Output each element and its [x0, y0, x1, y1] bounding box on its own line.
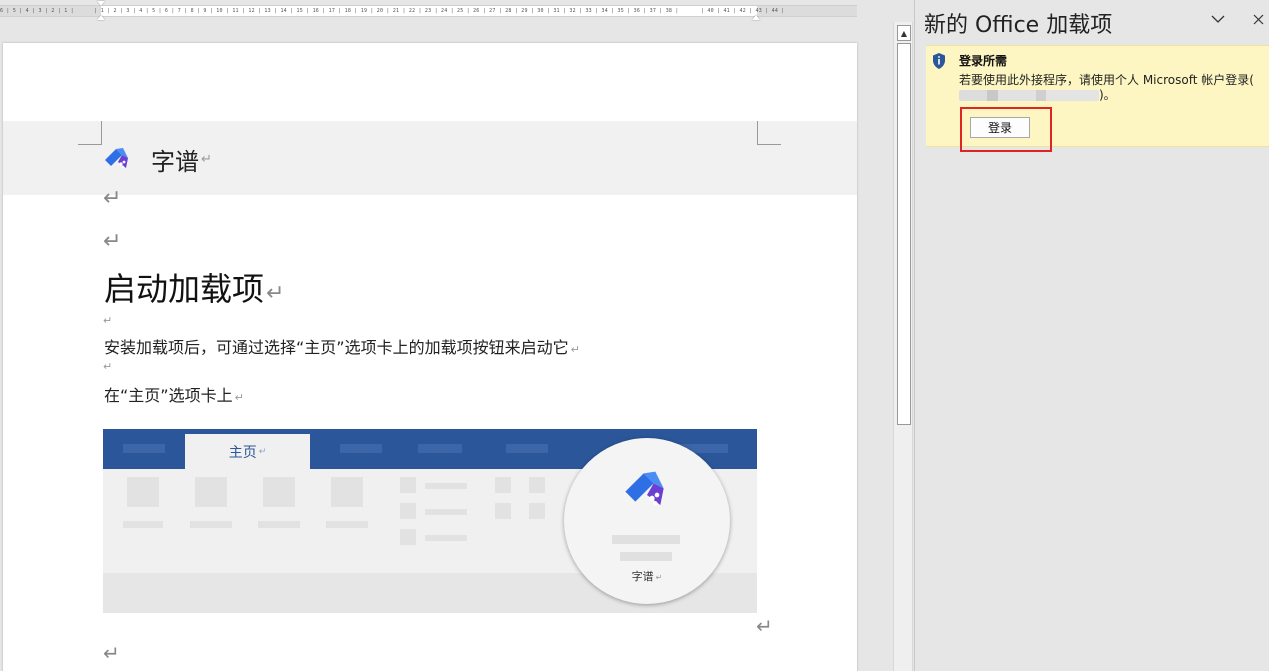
notice-message-end: )。	[1099, 88, 1116, 102]
crop-mark-top-right	[757, 121, 781, 145]
addin-task-pane: 新的 Office 加载项 登录所需 若要使用此外接程序，请使用个人 Micro…	[914, 0, 1269, 671]
ribbon-label-placeholder	[425, 509, 467, 515]
ribbon-label-placeholder	[190, 521, 232, 528]
paragraph-mark: ↵	[234, 391, 244, 404]
ribbon-small-button-placeholder	[495, 477, 511, 493]
scrollbar-thumb[interactable]	[897, 43, 911, 425]
horizontal-ruler[interactable]: 6 | 5 | 4 | 3 | 2 | 1 | | 1 | 2 | 3 | 4 …	[0, 0, 857, 22]
zipu-logo-icon	[105, 148, 128, 169]
ribbon-label-placeholder	[326, 521, 368, 528]
redacted-account	[959, 90, 1099, 101]
signin-required-notice: 登录所需 若要使用此外接程序，请使用个人 Microsoft 帐户登录()。 登…	[926, 45, 1269, 152]
ribbon-label-placeholder	[425, 535, 467, 541]
crop-mark-top-left	[78, 121, 102, 145]
circle-label-placeholder	[612, 535, 680, 544]
zipu-logo-icon	[625, 471, 664, 506]
ruler-right-numbers: | 40 | 41 | 42 | 43 | 44 |	[700, 8, 785, 14]
chevron-down-icon[interactable]	[1208, 8, 1228, 30]
doc-paragraph: 安装加载项后，可通过选择“主页”选项卡上的加载项按钮来启动它 ↵	[104, 334, 580, 358]
ruler-numbers: 6 | 5 | 4 | 3 | 2 | 1 | | 1 | 2 | 3 | 4 …	[0, 5, 857, 17]
ribbon-small-button-placeholder	[495, 503, 511, 519]
notice-message-text: 若要使用此外接程序，请使用个人 Microsoft 帐户登录(	[959, 73, 1254, 87]
ribbon-tab-placeholder	[123, 444, 165, 453]
paragraph-mark: ↵	[103, 360, 113, 373]
ribbon-button-placeholder	[331, 477, 363, 507]
paragraph-text: 在“主页”选项卡上	[104, 386, 233, 405]
ribbon-tab-placeholder	[506, 444, 548, 453]
left-indent-marker[interactable]	[97, 15, 105, 20]
ribbon-small-button-placeholder	[400, 503, 416, 519]
ribbon-small-button-placeholder	[529, 503, 545, 519]
pane-title: 新的 Office 加载项	[924, 13, 1113, 38]
shield-icon	[933, 53, 945, 69]
paragraph-mark: ↵	[103, 229, 122, 254]
paragraph-mark: ↵	[103, 186, 122, 211]
doc-heading: 启动加载项↵	[104, 264, 284, 310]
ribbon-small-button-placeholder	[400, 477, 416, 493]
home-tab-label: 主页	[228, 444, 257, 461]
paragraph-mark: ↵	[201, 151, 212, 167]
ruler-left-numbers: 6 | 5 | 4 | 3 | 2 | 1 |	[0, 8, 74, 14]
ribbon-label-placeholder	[425, 483, 467, 489]
ribbon-small-button-placeholder	[400, 529, 416, 545]
ruler-main-numbers: | 1 | 2 | 3 | 4 | 5 | 6 | 7 | 8 | 9 | 10…	[94, 8, 679, 14]
header-logo-row: 字谱 ↵	[103, 141, 212, 177]
highlight-box	[960, 107, 1052, 152]
paragraph-mark: ↵	[103, 641, 120, 665]
first-line-indent-marker[interactable]	[97, 1, 105, 6]
paragraph-mark: ↵	[570, 343, 580, 356]
circle-label-text: 字谱	[631, 570, 654, 583]
ribbon-label-placeholder	[258, 521, 300, 528]
paragraph-mark: ↵	[655, 573, 663, 582]
paragraph-mark: ↵	[756, 614, 773, 638]
notice-message: 若要使用此外接程序，请使用个人 Microsoft 帐户登录()。	[959, 73, 1264, 103]
ribbon-label-placeholder	[123, 521, 163, 528]
ribbon-button-placeholder	[263, 477, 295, 507]
doc-paragraph: 在“主页”选项卡上 ↵	[104, 382, 244, 406]
ribbon-button-placeholder	[127, 477, 159, 507]
paragraph-mark: ↵	[266, 281, 285, 306]
illustration-home-tab: 主页 ↵	[185, 434, 310, 469]
ribbon-tab-placeholder	[340, 444, 382, 453]
ribbon-button-placeholder	[195, 477, 227, 507]
close-icon[interactable]	[1248, 8, 1268, 30]
vertical-scrollbar[interactable]: ▲	[893, 22, 913, 671]
notice-title: 登录所需	[959, 54, 1008, 68]
document-page[interactable]: 字谱 ↵ ↵ ↵ 启动加载项↵ ↵ 安装加载项后，可通过选择“主页”选项卡上的加载…	[3, 43, 857, 671]
paragraph-mark: ↵	[258, 446, 267, 457]
scroll-up-arrow-icon[interactable]: ▲	[897, 25, 911, 41]
paragraph-text: 安装加载项后，可通过选择“主页”选项卡上的加载项按钮来启动它	[104, 338, 569, 357]
paragraph-mark: ↵	[103, 314, 113, 327]
ribbon-small-button-placeholder	[529, 477, 545, 493]
zoom-circle: 字谱 ↵	[564, 438, 730, 604]
header-logo-text: 字谱	[151, 147, 199, 176]
ribbon-tab-placeholder	[418, 444, 462, 453]
circle-addin-label: 字谱 ↵	[564, 568, 730, 584]
right-indent-marker[interactable]	[752, 15, 760, 20]
ribbon-illustration: 主页 ↵ 字谱 ↵	[103, 429, 757, 613]
circle-label-placeholder	[620, 552, 672, 561]
heading-text: 启动加载项	[104, 270, 265, 308]
